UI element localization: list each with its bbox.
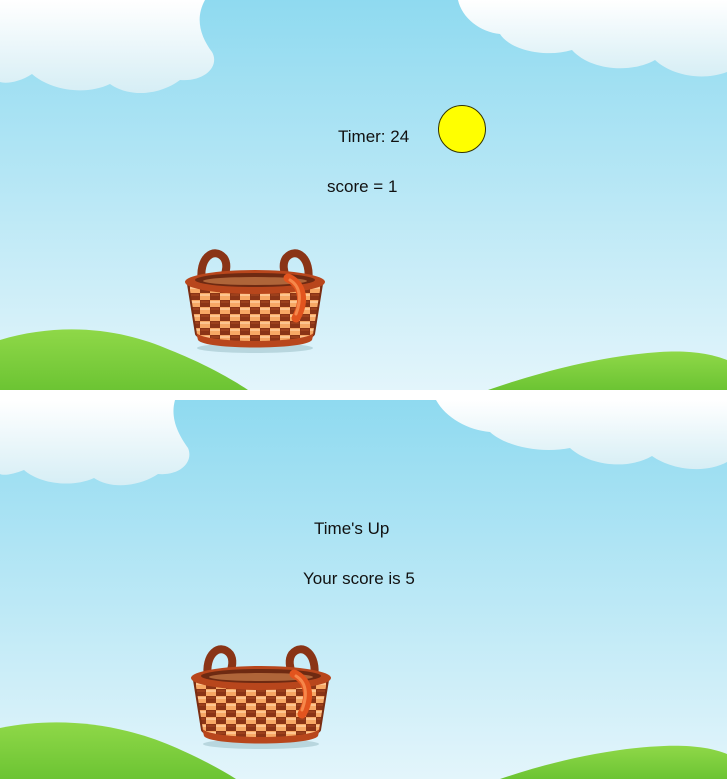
- times-up-label: Time's Up: [314, 519, 390, 538]
- final-score-label: Your score is 5: [303, 569, 415, 588]
- sky-background: [0, 400, 727, 779]
- game-screen-over: Time's Up Your score is 5: [0, 400, 727, 779]
- sun-icon[interactable]: [438, 105, 486, 153]
- game-screen-playing: Timer: 24 score = 1: [0, 0, 727, 390]
- cloud-icon: [0, 400, 190, 486]
- timer-label: Timer: 24: [338, 127, 410, 146]
- basket-icon[interactable]: [186, 640, 336, 750]
- screen-divider: [0, 390, 727, 400]
- basket-icon[interactable]: [180, 244, 330, 354]
- score-label: score = 1: [327, 177, 398, 196]
